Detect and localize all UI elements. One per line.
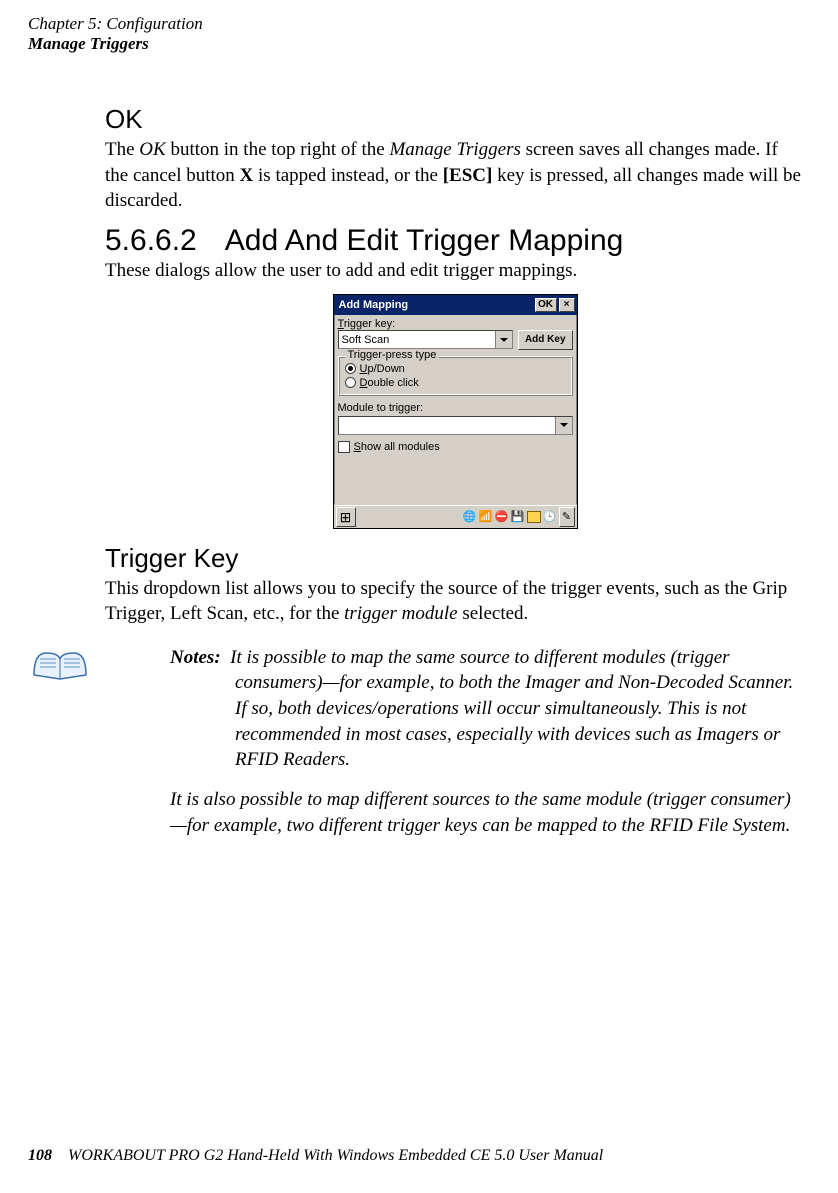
titlebar-close-button[interactable]: ×	[559, 298, 575, 312]
taskbar: ⊞ 🌐 📶 ⛔ 💾 🕒 ✎	[334, 505, 577, 528]
para-ok: The OK button in the top right of the Ma…	[105, 137, 805, 214]
trigger-key-value: Soft Scan	[342, 334, 390, 346]
chevron-down-icon[interactable]	[495, 331, 512, 348]
heading-5-6-6-2: 5.6.6.2Add And Edit Trigger Mapping	[105, 224, 805, 258]
trigger-press-type-group: Trigger-press type Up/Down Double click	[338, 356, 573, 396]
trigger-key-label: Trigger key:	[338, 318, 573, 330]
tray-icon-2[interactable]: 📶	[479, 510, 493, 524]
tray-icon-3[interactable]: ⛔	[495, 510, 509, 524]
title-text: Add Mapping	[336, 299, 409, 311]
heading-ok: OK	[105, 104, 805, 135]
radio-doubleclick[interactable]: Double click	[345, 377, 566, 389]
show-all-modules-checkbox[interactable]: Show all modules	[338, 441, 573, 453]
module-label: Module to trigger:	[338, 402, 573, 414]
dialog-figure: Add Mapping OK × Trigger key: Soft Scan …	[105, 294, 805, 529]
sip-button[interactable]: ✎	[559, 507, 575, 527]
radio-icon	[345, 377, 356, 388]
notes-block: Notes: It is possible to map the same so…	[105, 645, 805, 838]
trigger-key-combo[interactable]: Soft Scan	[338, 330, 513, 349]
notes-para-2: It is also possible to map different sou…	[170, 787, 805, 838]
notes-para-1: Notes: It is possible to map the same so…	[170, 645, 805, 773]
add-mapping-window: Add Mapping OK × Trigger key: Soft Scan …	[333, 294, 578, 529]
tray-icon-1[interactable]: 🌐	[463, 510, 477, 524]
module-combo[interactable]	[338, 416, 573, 435]
add-key-button[interactable]: Add Key	[518, 330, 573, 350]
para-trigger-key: This dropdown list allows you to specify…	[105, 576, 805, 627]
title-bar: Add Mapping OK ×	[334, 295, 577, 315]
heading-trigger-key: Trigger Key	[105, 543, 805, 574]
footer-title: WORKABOUT PRO G2 Hand-Held With Windows …	[68, 1147, 603, 1164]
page-footer: 108 WORKABOUT PRO G2 Hand-Held With Wind…	[28, 1147, 603, 1165]
titlebar-ok-button[interactable]: OK	[535, 298, 557, 312]
tray-icon-6[interactable]: 🕒	[543, 510, 557, 524]
page-number: 108	[28, 1147, 52, 1164]
page-header: Chapter 5: Configuration Manage Triggers	[28, 14, 203, 55]
para-intro: These dialogs allow the user to add and …	[105, 258, 805, 284]
start-button[interactable]: ⊞	[336, 507, 356, 527]
pencil-icon: ✎	[562, 510, 571, 523]
chevron-down-icon[interactable]	[555, 417, 572, 434]
page-content: OK The OK button in the top right of the…	[105, 80, 805, 838]
radio-icon	[345, 363, 356, 374]
checkbox-icon	[338, 441, 350, 453]
chapter-label: Chapter 5: Configuration	[28, 14, 203, 34]
section-label: Manage Triggers	[28, 34, 203, 54]
windows-flag-icon: ⊞	[340, 510, 352, 524]
tray-icon-4[interactable]: 💾	[511, 510, 525, 524]
radio-updown[interactable]: Up/Down	[345, 363, 566, 375]
system-tray: 🌐 📶 ⛔ 💾 🕒 ✎	[463, 507, 575, 527]
dialog-body: Trigger key: Soft Scan Add Key Trigger-p…	[334, 315, 577, 505]
group-legend: Trigger-press type	[345, 349, 440, 361]
tray-icon-5[interactable]	[527, 510, 541, 524]
book-icon	[30, 643, 90, 683]
